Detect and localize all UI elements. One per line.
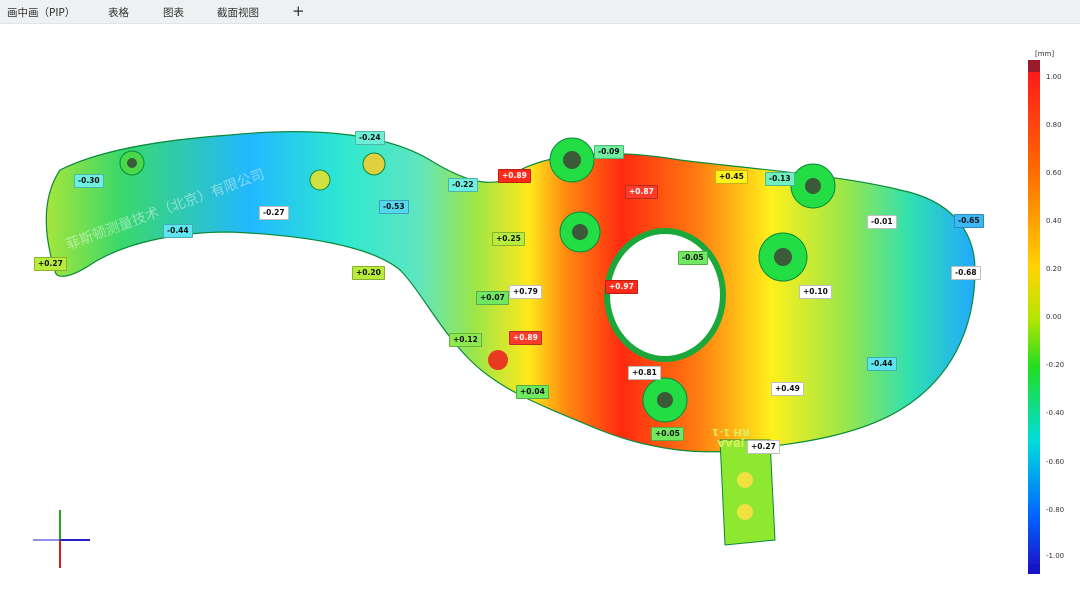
deviation-label[interactable]: +0.25 xyxy=(492,232,525,246)
deviation-label[interactable]: -0.53 xyxy=(379,200,409,214)
deviation-label[interactable]: +0.79 xyxy=(509,285,542,299)
deviation-label[interactable]: -0.01 xyxy=(867,215,897,229)
part-marking: JBAA RH 1-1 xyxy=(712,426,750,448)
deviation-label[interactable]: +0.87 xyxy=(625,185,658,199)
scale-unit: [mm] xyxy=(1035,50,1055,58)
deviation-label[interactable]: -0.22 xyxy=(448,178,478,192)
deviation-label[interactable]: +0.97 xyxy=(605,280,638,294)
deviation-label[interactable]: +0.07 xyxy=(476,291,509,305)
scale-tick: -0.40 xyxy=(1046,409,1065,417)
scale-gradient-bar xyxy=(1028,72,1040,564)
deviation-label[interactable]: +0.81 xyxy=(628,366,661,380)
deviation-label[interactable]: +0.04 xyxy=(516,385,549,399)
deviation-label[interactable]: -0.09 xyxy=(594,145,624,159)
tab-chart[interactable]: 图表 xyxy=(163,5,184,20)
deviation-label[interactable]: +0.20 xyxy=(352,266,385,280)
deviation-label[interactable]: +0.45 xyxy=(715,170,748,184)
scale-tick: -0.20 xyxy=(1046,361,1065,369)
scale-under-cap xyxy=(1028,564,1040,574)
deviation-label[interactable]: +0.27 xyxy=(34,257,67,271)
tab-table[interactable]: 表格 xyxy=(108,5,129,20)
scale-tick: -1.00 xyxy=(1046,552,1065,560)
part-marking-line: JBAA xyxy=(717,437,745,448)
deviation-label[interactable]: +0.89 xyxy=(509,331,542,345)
scale-tick: 0.40 xyxy=(1046,217,1062,225)
scale-tick: -0.80 xyxy=(1046,506,1065,514)
scale-tick: 0.00 xyxy=(1046,313,1062,321)
scale-over-cap xyxy=(1028,60,1040,72)
deviation-label[interactable]: +0.12 xyxy=(449,333,482,347)
scale-tick: 0.60 xyxy=(1046,169,1062,177)
deviation-label[interactable]: -0.30 xyxy=(74,174,104,188)
add-tab-button[interactable]: + xyxy=(292,2,305,20)
deviation-label[interactable]: +0.49 xyxy=(771,382,804,396)
tab-bar: 画中画（PIP） 表格 图表 截面视图 + xyxy=(0,0,1080,24)
tab-section-view[interactable]: 截面视图 xyxy=(217,5,259,20)
deviation-label[interactable]: -0.44 xyxy=(867,357,897,371)
deviation-label[interactable]: +0.05 xyxy=(651,427,684,441)
deviation-label[interactable]: +0.89 xyxy=(498,169,531,183)
part-marking-line: RH 1-1 xyxy=(712,426,750,437)
scale-tick: 0.20 xyxy=(1046,265,1062,273)
deviation-label[interactable]: -0.65 xyxy=(954,214,984,228)
deviation-label[interactable]: -0.24 xyxy=(355,131,385,145)
scale-tick: -0.60 xyxy=(1046,458,1065,466)
part-model xyxy=(33,131,976,568)
deviation-label[interactable]: -0.05 xyxy=(678,251,708,265)
deviation-label[interactable]: +0.27 xyxy=(747,440,780,454)
scale-tick: 1.00 xyxy=(1046,73,1062,81)
color-scale xyxy=(1028,60,1042,574)
deviation-label[interactable]: -0.44 xyxy=(163,224,193,238)
tab-pip[interactable]: 画中画（PIP） xyxy=(7,5,75,20)
deviation-label[interactable]: +0.10 xyxy=(799,285,832,299)
deviation-label[interactable]: -0.27 xyxy=(259,206,289,220)
3d-viewport[interactable]: 菲斯顿测量技术（北京）有限公司 JBAA RH 1-1 xyxy=(0,24,1015,607)
scale-tick: 0.80 xyxy=(1046,121,1062,129)
deviation-label[interactable]: -0.68 xyxy=(951,266,981,280)
deviation-label[interactable]: -0.13 xyxy=(765,172,795,186)
axis-triad-icon xyxy=(33,510,90,568)
